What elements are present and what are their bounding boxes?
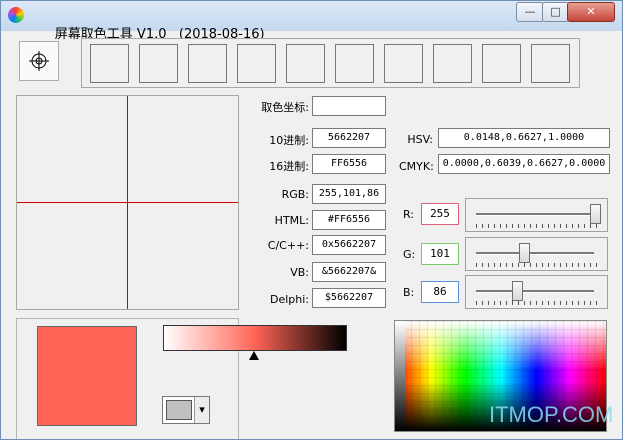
r-slider-track — [476, 213, 594, 216]
history-swatch-slot[interactable] — [139, 44, 178, 83]
b-label: B: — [403, 286, 415, 299]
b-slider[interactable] — [465, 275, 608, 309]
chevron-down-icon[interactable]: ▾ — [194, 397, 209, 423]
color-dropdown[interactable]: ▾ — [162, 396, 210, 424]
dec-field[interactable]: 5662207 — [312, 128, 386, 148]
r-slider-ticks — [476, 224, 598, 228]
minimize-button[interactable]: — — [516, 2, 544, 22]
b-slider-ticks — [476, 301, 598, 305]
vb-label: VB: — [290, 266, 309, 279]
cmyk-label: CMYK: — [399, 160, 434, 173]
history-swatch-slot[interactable] — [531, 44, 570, 83]
close-button[interactable]: ✕ — [567, 2, 615, 22]
history-swatch-slot[interactable] — [482, 44, 521, 83]
g-slider[interactable] — [465, 237, 608, 271]
r-label: R: — [403, 208, 415, 221]
app-window: 屏幕取色工具 V1.0 (2018-08-16) — □ ✕ 取色坐标: 10进… — [0, 0, 623, 440]
title-bar[interactable]: 屏幕取色工具 V1.0 (2018-08-16) — □ ✕ — [1, 1, 622, 42]
c-label: C/C++: — [267, 239, 309, 252]
b-value-box[interactable]: 86 — [421, 281, 459, 303]
coord-field[interactable] — [312, 96, 386, 116]
dropdown-color-swatch — [166, 400, 192, 420]
rgb-label: RGB: — [281, 188, 309, 201]
maximize-button[interactable]: □ — [542, 2, 569, 22]
r-slider[interactable] — [465, 198, 608, 232]
history-swatch-slot[interactable] — [188, 44, 227, 83]
gradient-marker-icon[interactable] — [249, 351, 259, 360]
hsv-field[interactable]: 0.0148,0.6627,1.0000 — [438, 128, 610, 148]
hsv-label: HSV: — [407, 133, 433, 146]
g-label: G: — [403, 248, 416, 261]
g-slider-ticks — [476, 263, 598, 267]
hex-label: 16进制: — [269, 160, 309, 173]
history-swatch-slot[interactable] — [237, 44, 276, 83]
app-icon — [8, 7, 24, 23]
shade-gradient-bar[interactable] — [163, 325, 347, 351]
html-field[interactable]: #FF6556 — [312, 210, 386, 230]
r-value-box[interactable]: 255 — [421, 203, 459, 225]
r-slider-thumb[interactable] — [590, 204, 601, 224]
coord-label: 取色坐标: — [261, 101, 309, 114]
history-swatch-slot[interactable] — [286, 44, 325, 83]
history-swatch-slot[interactable] — [90, 44, 129, 83]
history-swatch-slot[interactable] — [433, 44, 472, 83]
palette-grey-column — [395, 321, 405, 431]
delphi-field[interactable]: $5662207 — [312, 288, 386, 308]
history-swatch-slot[interactable] — [384, 44, 423, 83]
g-slider-track — [476, 252, 594, 255]
watermark-text: ITMOP.COM — [489, 402, 614, 427]
pick-color-button[interactable] — [19, 41, 59, 81]
delphi-label: Delphi: — [269, 293, 309, 306]
magnifier-view — [16, 95, 239, 310]
html-label: HTML: — [274, 214, 309, 227]
cmyk-field[interactable]: 0.0000,0.6039,0.6627,0.0000 — [438, 154, 610, 174]
hex-field[interactable]: FF6556 — [312, 154, 386, 174]
c-field[interactable]: 0x5662207 — [312, 235, 386, 255]
crosshair-target-icon — [29, 51, 49, 71]
g-slider-thumb[interactable] — [518, 243, 530, 263]
history-swatch-slot[interactable] — [335, 44, 374, 83]
crosshair-horizontal-line — [17, 202, 238, 203]
g-value-box[interactable]: 101 — [421, 243, 459, 265]
rgb-field[interactable]: 255,101,86 — [312, 184, 386, 204]
b-slider-thumb[interactable] — [511, 281, 523, 301]
current-color-swatch — [37, 326, 137, 426]
dec-label: 10进制: — [269, 134, 309, 147]
vb-field[interactable]: &5662207& — [312, 262, 386, 282]
b-slider-track — [476, 290, 594, 293]
